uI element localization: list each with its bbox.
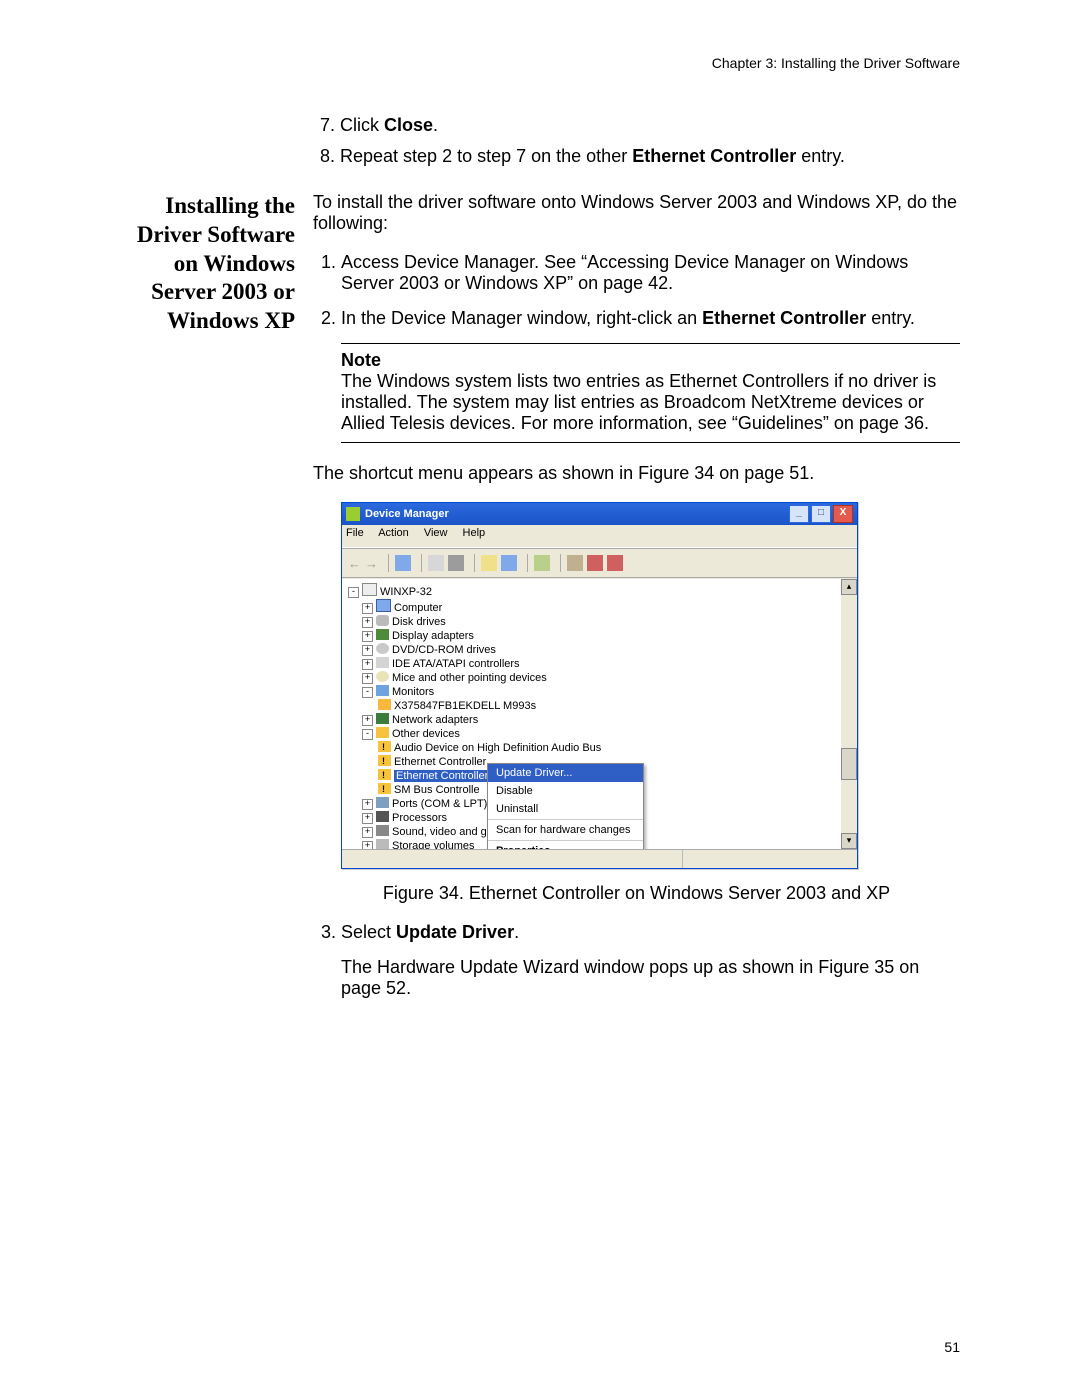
ide-icon xyxy=(376,657,389,668)
step-8: Repeat step 2 to step 7 on the other Eth… xyxy=(340,146,960,167)
tree-root[interactable]: -WINXP-32 xyxy=(348,583,853,599)
step-3-text-c: . xyxy=(514,922,519,942)
device-manager-window: Device Manager _ □ X File Action View He… xyxy=(341,502,858,869)
context-update-driver[interactable]: Update Driver... xyxy=(488,764,643,782)
port-icon xyxy=(376,797,389,808)
step-3-bold: Update Driver xyxy=(396,922,514,942)
scroll-up-button[interactable]: ▴ xyxy=(841,579,857,595)
step-3: Select Update Driver. The Hardware Updat… xyxy=(341,922,960,999)
step-2-text-a: In the Device Manager window, right-clic… xyxy=(341,308,702,328)
step-7-text-a: Click xyxy=(340,115,384,135)
window-titlebar[interactable]: Device Manager _ □ X xyxy=(342,503,857,525)
context-scan[interactable]: Scan for hardware changes xyxy=(488,821,643,839)
step-1: Access Device Manager. See “Accessing De… xyxy=(341,252,960,294)
toolbar-icon[interactable] xyxy=(501,555,517,571)
toolbar-icon[interactable] xyxy=(607,555,623,571)
menu-view[interactable]: View xyxy=(424,527,448,539)
disk-icon xyxy=(376,615,389,626)
toolbar: ← → xyxy=(342,548,857,578)
step-8-text-c: entry. xyxy=(796,146,845,166)
toolbar-icon[interactable] xyxy=(481,555,497,571)
minimize-button[interactable]: _ xyxy=(789,505,809,523)
maximize-button[interactable]: □ xyxy=(811,505,831,523)
note-title: Note xyxy=(341,350,960,371)
after-note-paragraph: The shortcut menu appears as shown in Fi… xyxy=(313,463,960,484)
tree-pane[interactable]: ▴ ▾ -WINXP-32 +Computer +Disk drives +Di… xyxy=(342,578,857,849)
tree-item[interactable]: +DVD/CD-ROM drives xyxy=(362,643,853,657)
tree-item[interactable]: +Display adapters xyxy=(362,629,853,643)
sound-icon xyxy=(376,825,389,836)
step-2-text-c: entry. xyxy=(866,308,915,328)
note-box: Note The Windows system lists two entrie… xyxy=(341,343,960,443)
step-7-bold: Close xyxy=(384,115,433,135)
context-disable[interactable]: Disable xyxy=(488,782,643,800)
computer-icon xyxy=(362,583,377,596)
status-bar xyxy=(342,849,857,868)
scroll-thumb[interactable] xyxy=(841,748,857,780)
tree-item[interactable]: -Monitors xyxy=(362,685,853,699)
context-menu[interactable]: Update Driver... Disable Uninstall Scan … xyxy=(487,763,644,849)
window-icon xyxy=(346,507,360,521)
step-7: Click Close. xyxy=(340,115,960,136)
tree-item[interactable]: +Computer xyxy=(362,599,853,615)
tree-item[interactable]: +Network adapters xyxy=(362,713,853,727)
step-8-bold: Ethernet Controller xyxy=(632,146,796,166)
toolbar-icon[interactable] xyxy=(567,555,583,571)
tree-item[interactable]: Audio Device on High Definition Audio Bu… xyxy=(378,741,853,755)
tree-item[interactable]: +Disk drives xyxy=(362,615,853,629)
step-7-text-c: . xyxy=(433,115,438,135)
close-button[interactable]: X xyxy=(833,505,853,523)
context-uninstall[interactable]: Uninstall xyxy=(488,800,643,818)
window-title: Device Manager xyxy=(365,508,449,520)
warning-icon xyxy=(378,769,391,780)
step-2: In the Device Manager window, right-clic… xyxy=(341,308,960,329)
procedure-list: Access Device Manager. See “Accessing De… xyxy=(313,252,960,329)
tree-item[interactable]: +Mice and other pointing devices xyxy=(362,671,853,685)
network-icon xyxy=(376,713,389,724)
tree-item[interactable]: X375847FB1EKDELL M993s xyxy=(378,699,853,713)
back-icon[interactable]: ← xyxy=(348,556,361,571)
other-icon xyxy=(376,727,389,738)
display-icon xyxy=(376,629,389,640)
procedure-list-cont: Select Update Driver. The Hardware Updat… xyxy=(313,922,960,999)
storage-icon xyxy=(376,839,389,849)
context-properties[interactable]: Properties xyxy=(488,842,643,849)
scroll-down-button[interactable]: ▾ xyxy=(841,833,857,849)
menu-file[interactable]: File xyxy=(346,527,364,539)
step-8-text-a: Repeat step 2 to step 7 on the other xyxy=(340,146,632,166)
previous-step-list: Click Close. Repeat step 2 to step 7 on … xyxy=(120,115,960,167)
page-number: 51 xyxy=(944,1339,960,1355)
step-2-bold: Ethernet Controller xyxy=(702,308,866,328)
menu-action[interactable]: Action xyxy=(378,527,409,539)
side-heading: Installing the Driver Software on Window… xyxy=(120,192,313,336)
toolbar-icon[interactable] xyxy=(395,555,411,571)
warning-icon xyxy=(378,755,391,766)
warning-icon xyxy=(378,783,391,794)
monitor-icon xyxy=(376,685,389,696)
forward-icon[interactable]: → xyxy=(365,556,378,571)
processor-icon xyxy=(376,811,389,822)
toolbar-icon[interactable] xyxy=(428,555,444,571)
toolbar-icon[interactable] xyxy=(534,555,550,571)
chapter-header: Chapter 3: Installing the Driver Softwar… xyxy=(712,55,960,71)
intro-paragraph: To install the driver software onto Wind… xyxy=(313,192,960,234)
step-3-text-a: Select xyxy=(341,922,396,942)
note-body: The Windows system lists two entries as … xyxy=(341,371,960,434)
menu-help[interactable]: Help xyxy=(463,527,486,539)
after-step-3-paragraph: The Hardware Update Wizard window pops u… xyxy=(341,957,960,999)
monitor-icon xyxy=(378,699,391,710)
toolbar-icon[interactable] xyxy=(587,555,603,571)
tree-item[interactable]: -Other devices xyxy=(362,727,853,741)
figure-caption: Figure 34. Ethernet Controller on Window… xyxy=(313,883,960,904)
cd-icon xyxy=(376,643,389,654)
warning-icon xyxy=(378,741,391,752)
print-icon[interactable] xyxy=(448,555,464,571)
mouse-icon xyxy=(376,671,389,682)
tree-item[interactable]: +IDE ATA/ATAPI controllers xyxy=(362,657,853,671)
scrollbar[interactable]: ▴ ▾ xyxy=(841,579,857,849)
device-icon xyxy=(376,599,391,612)
menu-bar[interactable]: File Action View Help xyxy=(342,525,857,548)
